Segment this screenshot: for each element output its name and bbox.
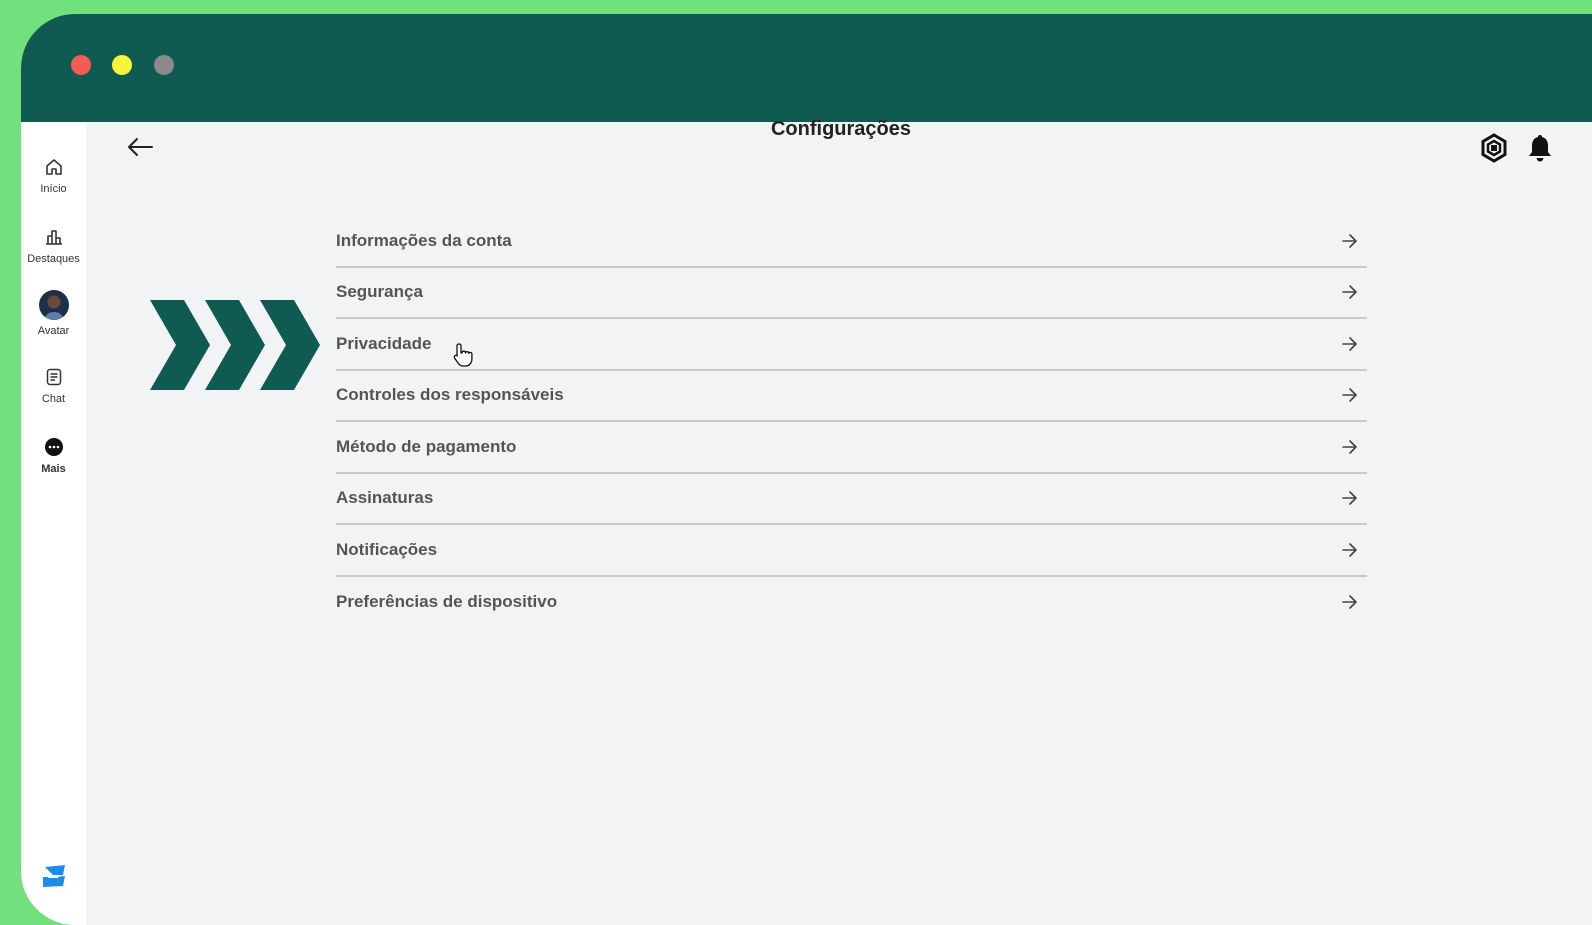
- settings-row-label: Método de pagamento: [336, 436, 517, 456]
- hand-cursor-icon: [453, 343, 473, 367]
- arrow-right-icon: [1342, 439, 1357, 454]
- settings-row-parental-controls[interactable]: Controles dos responsáveis: [336, 371, 1367, 422]
- settings-row-account-info[interactable]: Informações da conta: [336, 216, 1367, 268]
- settings-list: Informações da conta Segurança Privacida…: [336, 216, 1367, 628]
- settings-row-label: Privacidade: [336, 333, 432, 353]
- settings-row-label: Notificações: [336, 539, 438, 559]
- chart-icon: [43, 226, 65, 248]
- avatar-icon: [38, 290, 69, 320]
- arrow-right-icon: [1342, 542, 1357, 557]
- decorative-chevrons: [150, 300, 320, 390]
- sidebar-item-avatar[interactable]: Avatar: [21, 290, 86, 337]
- settings-row-label: Informações da conta: [336, 230, 512, 250]
- minimize-window-button[interactable]: [112, 55, 132, 75]
- settings-row-label: Controles dos responsáveis: [336, 385, 564, 405]
- settings-row-subscriptions[interactable]: Assinaturas: [336, 474, 1367, 525]
- arrow-right-icon: [1342, 491, 1357, 506]
- more-icon: [43, 436, 65, 458]
- sidebar-item-chat[interactable]: Chat: [21, 366, 86, 405]
- chat-icon: [43, 366, 65, 388]
- page-title: Configurações: [770, 118, 912, 140]
- home-icon: [43, 156, 65, 178]
- settings-row-label: Segurança: [336, 282, 423, 302]
- arrow-right-icon: [1342, 336, 1357, 351]
- robux-icon[interactable]: [1479, 133, 1509, 168]
- settings-row-device-preferences[interactable]: Preferências de dispositivo: [336, 577, 1367, 629]
- settings-row-label: Preferências de dispositivo: [336, 592, 558, 612]
- title-bar: [21, 14, 1592, 122]
- sidebar-item-inicio[interactable]: Início: [21, 156, 86, 195]
- bell-icon[interactable]: [1527, 133, 1553, 168]
- sidebar-item-destaques[interactable]: Destaques: [21, 226, 86, 265]
- settings-row-payment-method[interactable]: Método de pagamento: [336, 422, 1367, 474]
- arrow-right-icon: [1342, 285, 1357, 300]
- sidebar-item-label: Mais: [41, 463, 66, 475]
- close-window-button[interactable]: [71, 55, 91, 75]
- settings-row-notifications[interactable]: Notificações: [336, 525, 1367, 577]
- sidebar-item-label: Avatar: [37, 325, 70, 337]
- arrow-right-icon: [1342, 595, 1357, 610]
- sidebar: Início Destaques Avatar Chat Mais: [21, 122, 86, 925]
- sidebar-item-mais[interactable]: Mais: [21, 436, 86, 475]
- arrow-right-icon: [1342, 233, 1357, 248]
- settings-row-privacy[interactable]: Privacidade: [336, 319, 1367, 371]
- roblox-logo-icon[interactable]: [41, 864, 67, 893]
- sidebar-item-label: Chat: [41, 393, 66, 405]
- sidebar-item-label: Destaques: [27, 253, 80, 265]
- settings-row-security[interactable]: Segurança: [336, 268, 1367, 319]
- settings-row-label: Assinaturas: [336, 488, 434, 508]
- arrow-right-icon: [1342, 388, 1357, 403]
- maximize-window-button[interactable]: [154, 55, 174, 75]
- sidebar-item-label: Início: [40, 183, 67, 195]
